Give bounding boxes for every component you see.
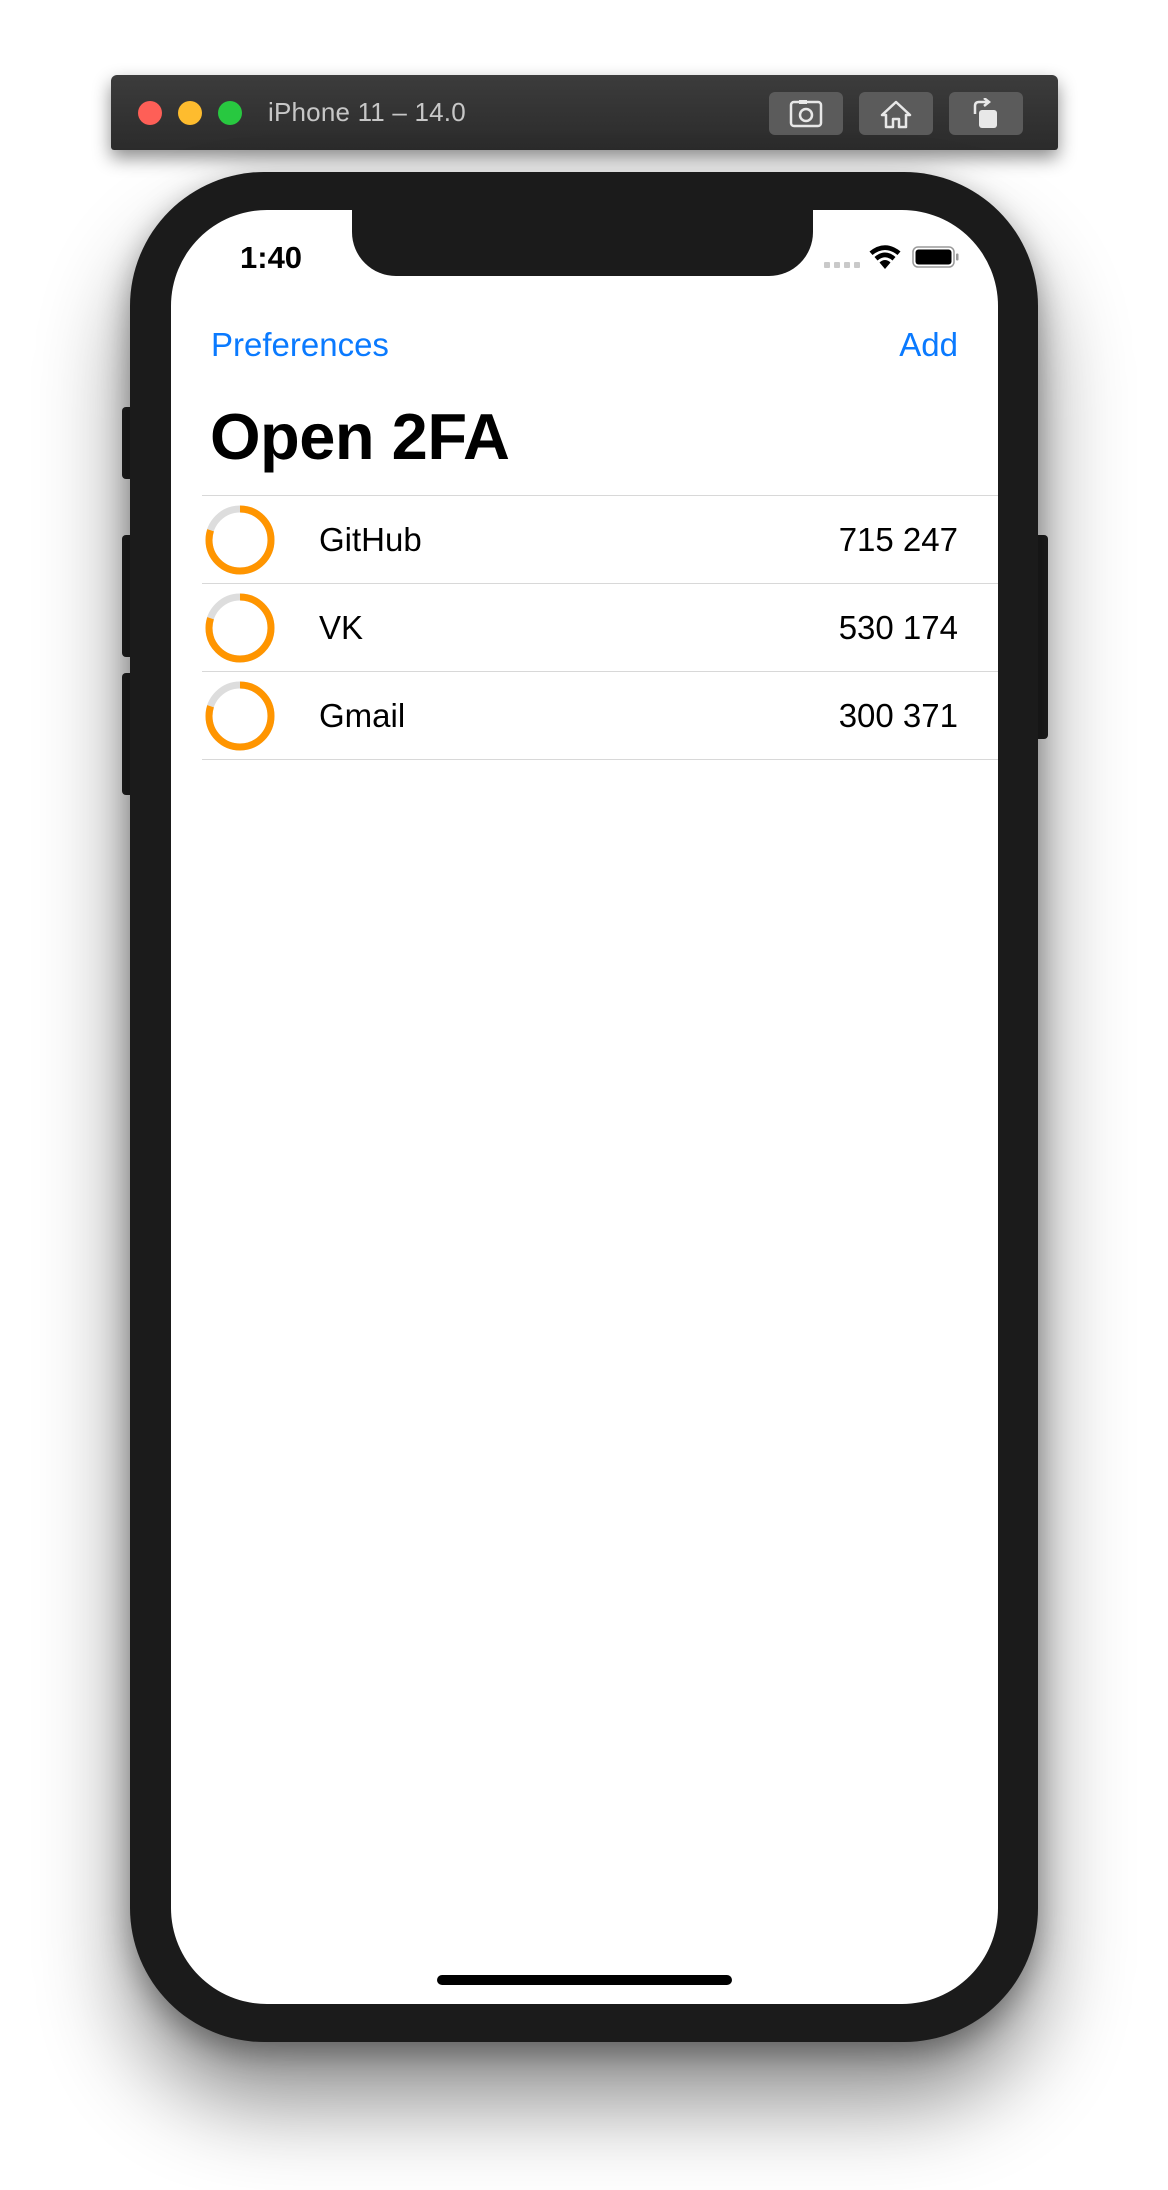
preferences-button[interactable]: Preferences [211,326,389,364]
otp-code: 300 371 [838,697,958,734]
home-button[interactable] [859,92,933,135]
status-time: 1:40 [240,240,303,275]
cellular-signal-icon [824,262,860,268]
device-frame: 1:40 Preferences Add Open 2FA GitHub 715… [130,172,1038,2042]
page-title: Open 2FA [210,400,510,473]
account-row-vk[interactable]: VK 530 174 [202,584,998,672]
rotate-icon [973,97,997,128]
account-name: VK [319,609,364,646]
countdown-ring-icon [205,505,275,575]
countdown-ring-icon [205,593,275,663]
rotate-button[interactable] [949,92,1023,135]
account-row-github[interactable]: GitHub 715 247 [202,496,998,584]
close-window-button[interactable] [138,101,162,125]
account-name: Gmail [319,697,406,734]
screenshot-button[interactable] [769,92,843,135]
otp-code: 530 174 [838,609,958,646]
battery-full-icon [912,246,959,268]
add-button[interactable]: Add [899,326,958,364]
accounts-table: GitHub 715 247 VK 530 174 Gmail 300 371 [202,495,998,760]
wifi-icon [869,245,901,269]
countdown-ring-icon [205,681,275,751]
home-icon [880,100,912,128]
account-name: GitHub [319,521,422,558]
account-row-gmail[interactable]: Gmail 300 371 [202,672,998,760]
simulator-titlebar: iPhone 11 – 14.0 [111,75,1058,150]
simulator-title: iPhone 11 – 14.0 [268,97,466,127]
otp-code: 715 247 [838,521,958,558]
camera-icon [789,99,823,127]
notch [352,210,813,276]
screen: 1:40 Preferences Add Open 2FA GitHub 715… [171,210,998,2004]
home-indicator [437,1975,732,1985]
zoom-window-button[interactable] [218,101,242,125]
minimize-window-button[interactable] [178,101,202,125]
